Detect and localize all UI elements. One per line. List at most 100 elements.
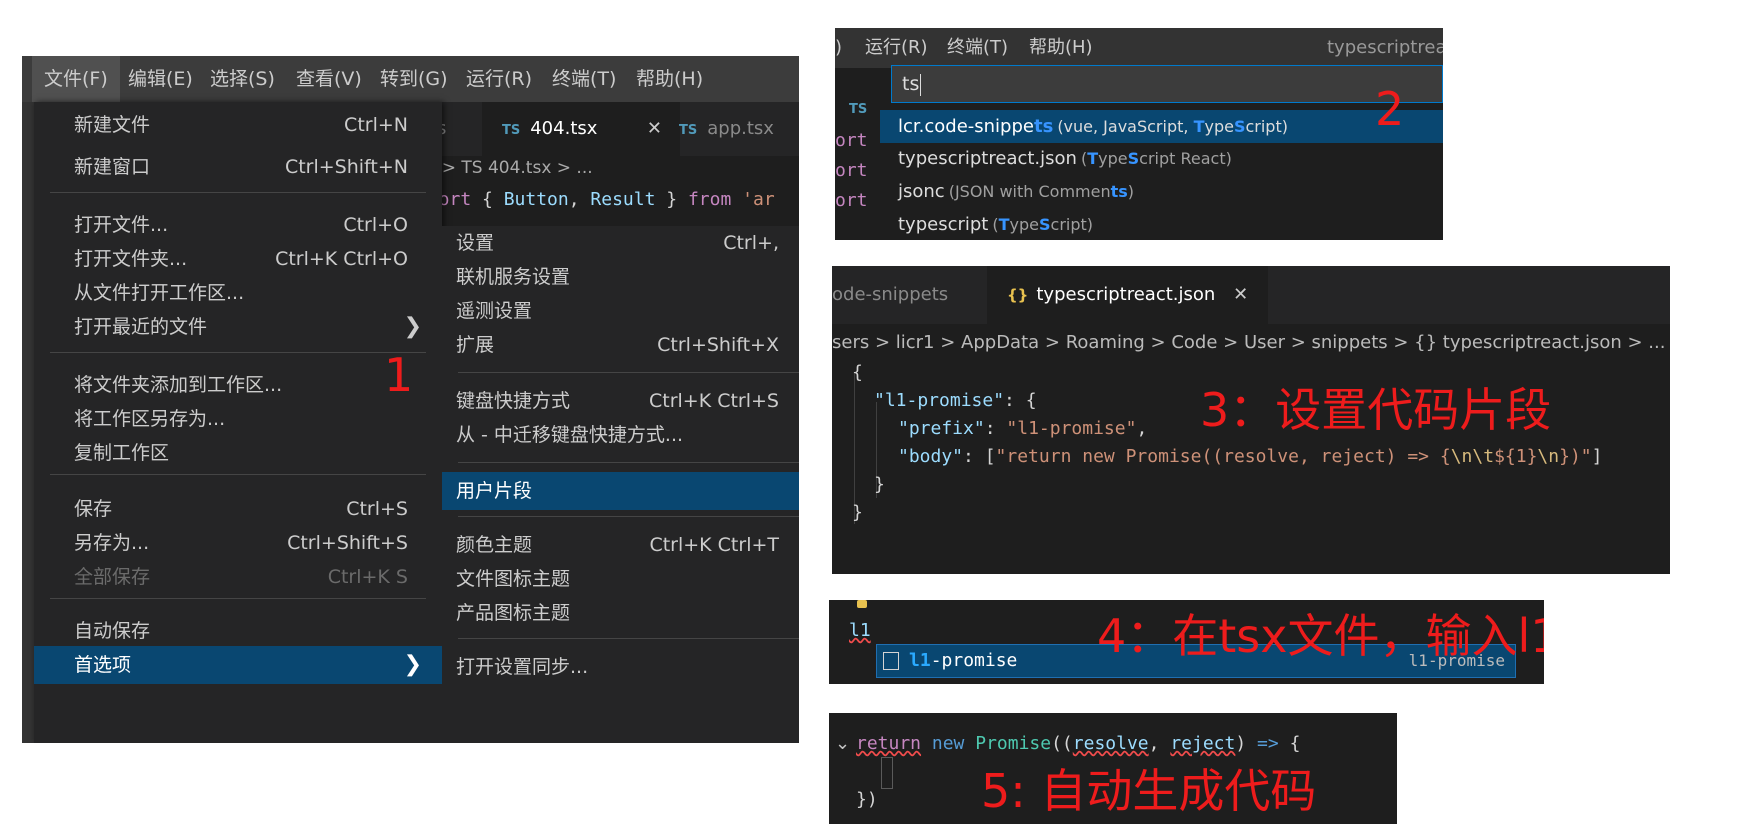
menu-item-label: 新建文件 [74,114,151,136]
quick-pick-item[interactable]: typescript (TypeScript) [880,208,1443,240]
item-label-match: ts [1033,116,1054,137]
editor-left-fragment: TS ort ort ort [835,68,880,240]
quick-pick-item[interactable]: typescriptreact.json (TypeScript React) [880,142,1443,175]
json-prefix-line: "prefix": "l1-promise", [898,418,1148,439]
file-menu-item[interactable]: 从文件打开工作区... [34,274,442,312]
menu-separator [458,516,799,517]
quick-pick-input[interactable]: ts [891,65,1443,103]
menu-item-label: 颜色主题 [456,534,533,556]
suggestion-label: l1-promise [909,650,1018,671]
preferences-menu-item[interactable]: 颜色主题 Ctrl+K Ctrl+T [442,526,799,564]
breadcrumb[interactable]: es > TS 404.tsx > ... [417,158,593,178]
menu-terminal[interactable]: 终端(T) [947,28,1008,68]
menu-item-shortcut: Ctrl+S [346,498,408,520]
file-menu-item[interactable]: 将文件夹添加到工作区... [34,366,442,404]
tab-code-snippets[interactable]: ode-snippets [832,266,948,324]
preferences-menu-item[interactable]: 扩展 Ctrl+Shift+X [442,326,799,364]
preferences-menu-item[interactable]: 设置 Ctrl+, [442,224,799,262]
file-menu-item[interactable]: 新建文件 Ctrl+N [34,106,442,144]
file-menu-item[interactable]: 打开文件夹... Ctrl+K Ctrl+O [34,240,442,278]
preferences-menu-item[interactable]: 从 - 中迁移键盘快捷方式... [442,416,799,454]
menu-item-shortcut: Ctrl+K Ctrl+S [648,390,779,412]
menu-separator [50,474,426,475]
menu-item-shortcut: Ctrl+K S [327,566,408,588]
menu-item-label: 新建窗口 [74,156,151,178]
json-close-inner: } [874,474,885,495]
desc-text: (vue, JavaScript, [1057,117,1194,136]
file-menu-item[interactable]: 另存为... Ctrl+Shift+S [34,524,442,562]
menu-item-shortcut: Ctrl+, [723,232,779,254]
file-menu-item[interactable]: 打开最近的文件 ❯ [34,308,442,346]
preferences-menu-item[interactable]: 文件图标主题 [442,560,799,598]
menu-item-label: 首选项 [74,654,132,676]
menu-item-label: 扩展 [456,334,495,356]
snippet-icon [883,652,899,670]
file-menu-item[interactable]: 自动保存 [34,612,442,650]
preferences-menu-item[interactable]: 打开设置同步... [442,648,799,686]
file-menu-item[interactable]: 将工作区另存为... [34,400,442,438]
tab-label: typescriptreact.json [1036,284,1216,305]
code-line-close: }) [856,789,878,810]
chevron-right-icon: ❯ [403,652,422,677]
preferences-menu-item[interactable]: 用户片段 [442,472,799,510]
quick-pick-panel: ) 运行(R) 终端(T) 帮助(H) typescriptreact TS o… [835,28,1443,240]
menu-partial[interactable]: ) [835,28,842,68]
tab-label: 404.tsx [530,118,598,139]
snippet-editor-panel: ode-snippets {} typescriptreact.json ✕ se… [832,266,1670,574]
tab-404-tsx[interactable]: TS 404.tsx ✕ [482,102,680,156]
close-icon[interactable]: ✕ [1233,284,1248,305]
menu-item-label: 遥测设置 [456,300,533,322]
lightbulb-icon [857,600,867,608]
editor-tab-bar: ode-snippets {} typescriptreact.json ✕ [832,266,1670,324]
step-label-3: 3：设置代码片段 [1200,383,1552,437]
chevron-down-icon[interactable]: ⌄ [835,733,850,754]
menu-selection[interactable]: 选择(S) [198,56,287,102]
activity-bar [22,102,34,743]
menu-terminal[interactable]: 终端(T) [540,56,628,102]
menu-item-label: 另存为... [74,532,150,554]
tab-label: app.tsx [707,118,774,139]
menu-item-label: 将工作区另存为... [74,408,226,430]
menu-item-shortcut: Ctrl+Shift+N [284,156,408,178]
file-menu-item[interactable]: 保存 Ctrl+S [34,490,442,528]
desc-text: ype [1204,117,1234,136]
tab-typescriptreact-json[interactable]: {} typescriptreact.json ✕ [987,266,1269,324]
file-menu-item[interactable]: 新建窗口 Ctrl+Shift+N [34,148,442,186]
typescript-icon: TS [849,102,868,117]
menu-help[interactable]: 帮助(H) [1029,28,1093,68]
step-label-4: 4：在tsx文件，输入l1使用 [1097,609,1544,663]
menu-bar: ) 运行(R) 终端(T) 帮助(H) typescriptreact [835,28,1443,68]
item-label: typescript [898,214,989,235]
menu-separator [50,352,426,353]
json-close-brace: } [852,502,863,523]
menu-goto[interactable]: 转到(G) [368,56,460,102]
code-line-return: return new Promise((resolve, reject) => … [856,733,1301,754]
file-menu-item[interactable]: 复制工作区 [34,434,442,472]
close-icon[interactable]: ✕ [647,102,662,156]
preferences-submenu: 设置 Ctrl+, 联机服务设置遥测设置扩展 Ctrl+Shift+X 键盘快捷方式 Ct… [442,226,799,743]
preferences-menu-item[interactable]: 遥测设置 [442,292,799,330]
file-menu-item[interactable]: 打开文件... Ctrl+O [34,206,442,244]
quick-pick-item[interactable]: lcr.code-snippets (vue, JavaScript, TypeS… [880,110,1443,143]
quick-pick-item[interactable]: jsonc (JSON with Comments) [880,175,1443,208]
code-fragment: ort [835,130,868,151]
menu-edit[interactable]: 编辑(E) [116,56,205,102]
file-menu: 新建文件 Ctrl+N 新建窗口 Ctrl+Shift+N 打开文件... Ctrl+O 打… [34,102,442,743]
menu-run[interactable]: 运行(R) [454,56,544,102]
desc-match: S [1127,149,1140,168]
tab-app-tsx[interactable]: TS app.tsx [679,102,774,156]
file-menu-item[interactable]: 首选项 ❯ [34,646,442,684]
breadcrumb[interactable]: sers > licr1 > AppData > Roaming > Code … [832,332,1665,353]
menu-separator [458,462,799,463]
menu-help[interactable]: 帮助(H) [624,56,715,102]
menu-view[interactable]: 查看(V) [284,56,374,102]
json-open-brace: { [852,362,863,383]
menu-separator [458,638,799,639]
typescript-icon: TS [679,123,698,138]
preferences-menu-item[interactable]: 产品图标主题 [442,594,799,632]
menu-run[interactable]: 运行(R) [865,28,928,68]
preferences-menu-item[interactable]: 联机服务设置 [442,258,799,296]
preferences-menu-item[interactable]: 键盘快捷方式 Ctrl+K Ctrl+S [442,382,799,420]
menu-item-label: 全部保存 [74,566,151,588]
menu-file[interactable]: 文件(F) [32,56,120,102]
